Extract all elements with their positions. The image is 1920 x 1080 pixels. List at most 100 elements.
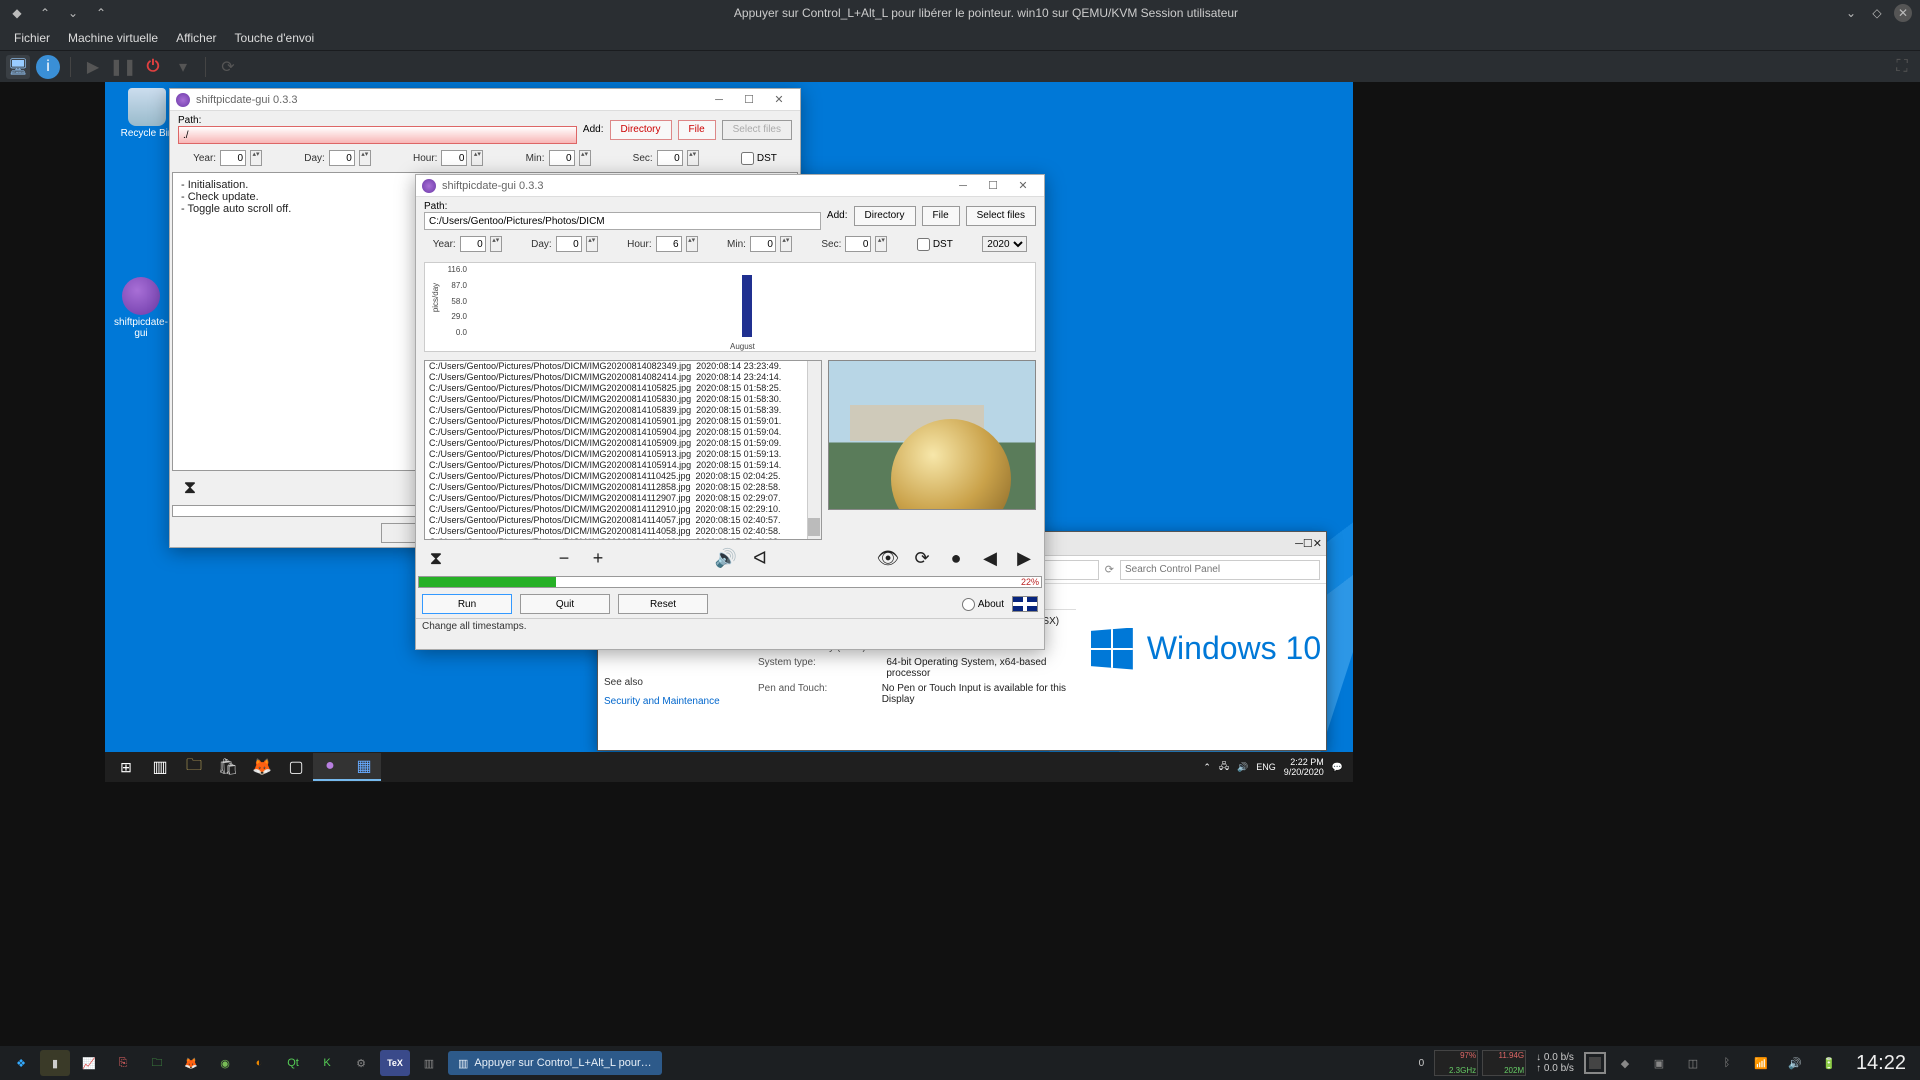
- guest-desktop[interactable]: Recycle Bin shiftpicdate-gui ─ ☐ ✕ ← → ↑…: [105, 82, 1353, 782]
- path-input[interactable]: [178, 126, 577, 144]
- desktop-count[interactable]: 0: [1413, 1058, 1431, 1069]
- year-input[interactable]: [220, 150, 246, 166]
- tray-volume-icon[interactable]: 🔊: [1780, 1050, 1810, 1076]
- tray-battery-icon[interactable]: 🔋: [1814, 1050, 1844, 1076]
- nav-refresh-icon[interactable]: ⟳: [1105, 563, 1114, 576]
- refresh-icon[interactable]: ⟳: [910, 546, 934, 570]
- spinner-icon[interactable]: ▴▾: [359, 150, 371, 166]
- tray-clipboard-icon[interactable]: ◫: [1678, 1050, 1708, 1076]
- host-taskbar[interactable]: ❖ ▮ 📈 ⎘ 🗀 🦊 ◉ ◐ Qt K ⚙ TeX ▥ ▥ Appuyer s…: [0, 1046, 1920, 1080]
- spinner-icon[interactable]: ▴▾: [687, 150, 699, 166]
- file-list[interactable]: C:/Users/Gentoo/Pictures/Photos/DICM/IMG…: [424, 360, 822, 540]
- directory-button[interactable]: Directory: [610, 120, 672, 140]
- menu-machine[interactable]: Machine virtuelle: [60, 29, 166, 47]
- year-combo[interactable]: 2020: [982, 236, 1027, 252]
- path-input[interactable]: [424, 212, 821, 230]
- monitor-icon[interactable]: 🖥: [6, 55, 30, 79]
- sys-close-icon[interactable]: ✕: [1313, 537, 1322, 550]
- file-list-line[interactable]: C:/Users/Gentoo/Pictures/Photos/DICM/IMG…: [425, 372, 821, 383]
- menu-sendkey[interactable]: Touche d'envoi: [227, 29, 323, 47]
- cpu-widget[interactable]: 97%2.3GHz: [1434, 1050, 1478, 1076]
- sec-input[interactable]: [845, 236, 871, 252]
- win2-titlebar[interactable]: shiftpicdate-gui 0.3.3 ─ ☐ ✕: [416, 175, 1044, 197]
- hour-input[interactable]: [656, 236, 682, 252]
- vm-close-icon[interactable]: ✕: [1894, 4, 1912, 22]
- file-list-line[interactable]: C:/Users/Gentoo/Pictures/Photos/DICM/IMG…: [425, 460, 821, 471]
- taskview-icon[interactable]: ▥: [143, 753, 177, 781]
- drop-down-icon[interactable]: ⌄: [64, 4, 82, 22]
- day-input[interactable]: [329, 150, 355, 166]
- tray-wifi-icon[interactable]: 📶: [1746, 1050, 1776, 1076]
- day-input[interactable]: [556, 236, 582, 252]
- run-button[interactable]: Run: [422, 594, 512, 614]
- system-tray[interactable]: ⌃ 🖧 🔊 ENG 2:22 PM 9/20/2020 💬: [1203, 757, 1349, 777]
- file-list-line[interactable]: C:/Users/Gentoo/Pictures/Photos/DICM/IMG…: [425, 493, 821, 504]
- file-list-line[interactable]: C:/Users/Gentoo/Pictures/Photos/DICM/IMG…: [425, 526, 821, 537]
- menu-view[interactable]: Afficher: [168, 29, 224, 47]
- spinner-icon[interactable]: ▴▾: [490, 236, 502, 252]
- scrollbar-thumb[interactable]: [808, 518, 820, 536]
- stop-icon[interactable]: ●: [944, 546, 968, 570]
- net-widget[interactable]: ↓ 0.0 b/s ↑ 0.0 b/s: [1530, 1052, 1580, 1074]
- double-up-icon[interactable]: ⌃: [92, 4, 110, 22]
- win1-close-icon[interactable]: ✕: [764, 90, 794, 110]
- file-list-line[interactable]: C:/Users/Gentoo/Pictures/Photos/DICM/IMG…: [425, 427, 821, 438]
- host-graph-icon[interactable]: 📈: [74, 1050, 104, 1076]
- spinner-icon[interactable]: ▴▾: [471, 150, 483, 166]
- scroll-bottom-icon[interactable]: ⧗: [424, 546, 448, 570]
- notepad-icon[interactable]: ▢: [279, 753, 313, 781]
- file-button[interactable]: File: [922, 206, 960, 226]
- tray-volume-icon[interactable]: 🔊: [1237, 762, 1248, 773]
- speaker-icon[interactable]: 🔊: [714, 546, 738, 570]
- file-list-line[interactable]: C:/Users/Gentoo/Pictures/Photos/DICM/IMG…: [425, 383, 821, 394]
- about-radio[interactable]: About: [962, 598, 1004, 611]
- host-firefox-icon[interactable]: 🦊: [176, 1050, 206, 1076]
- file-list-line[interactable]: C:/Users/Gentoo/Pictures/Photos/DICM/IMG…: [425, 515, 821, 526]
- desktop-icon-shiftpicdate[interactable]: shiftpicdate-gui: [111, 277, 171, 339]
- tray-chevron-icon[interactable]: ⌃: [1203, 762, 1211, 773]
- host-gear-icon[interactable]: ⚙: [346, 1050, 376, 1076]
- host-tex-icon[interactable]: TeX: [380, 1050, 410, 1076]
- win2-maximize-icon[interactable]: ☐: [978, 176, 1008, 196]
- tray-notifications-icon[interactable]: 💬: [1332, 762, 1343, 773]
- scroll-icon[interactable]: ⧗: [178, 475, 202, 499]
- file-list-line[interactable]: C:/Users/Gentoo/Pictures/Photos/DICM/IMG…: [425, 482, 821, 493]
- tray-clock[interactable]: 2:22 PM 9/20/2020: [1284, 757, 1324, 777]
- file-list-line[interactable]: C:/Users/Gentoo/Pictures/Photos/DICM/IMG…: [425, 504, 821, 515]
- file-list-line[interactable]: C:/Users/Gentoo/Pictures/Photos/DICM/IMG…: [425, 537, 821, 540]
- tray-network-icon[interactable]: 🖧: [1219, 759, 1229, 775]
- file-button[interactable]: File: [678, 120, 716, 140]
- tray-app2-icon[interactable]: ▣: [1644, 1050, 1674, 1076]
- spinner-icon[interactable]: ▴▾: [250, 150, 262, 166]
- win1-titlebar[interactable]: shiftpicdate-gui 0.3.3 ─ ☐ ✕: [170, 89, 800, 111]
- taskbar-app-settings[interactable]: ▦: [347, 753, 381, 781]
- host-kate-icon[interactable]: K: [312, 1050, 342, 1076]
- spinner-icon[interactable]: ▴▾: [875, 236, 887, 252]
- dropdown-icon[interactable]: ▾: [171, 55, 195, 79]
- file-list-line[interactable]: C:/Users/Gentoo/Pictures/Photos/DICM/IMG…: [425, 438, 821, 449]
- min-input[interactable]: [549, 150, 575, 166]
- host-tor-icon[interactable]: ◉: [210, 1050, 240, 1076]
- spinner-icon[interactable]: ▴▾: [780, 236, 792, 252]
- win1-maximize-icon[interactable]: ☐: [734, 90, 764, 110]
- windows-taskbar[interactable]: ⊞ ▥ 🗀 🛍 🦊 ▢ ● ▦ ⌃ 🖧 🔊 ENG 2:22 PM 9/20/2…: [105, 752, 1353, 782]
- prev-icon[interactable]: ◀: [978, 546, 1002, 570]
- tray-lang[interactable]: ENG: [1256, 762, 1276, 772]
- win2-close-icon[interactable]: ✕: [1008, 176, 1038, 196]
- start-button[interactable]: ⊞: [109, 753, 143, 781]
- file-list-line[interactable]: C:/Users/Gentoo/Pictures/Photos/DICM/IMG…: [425, 471, 821, 482]
- host-task-vm[interactable]: ▥ Appuyer sur Control_L+Alt_L pour…: [448, 1051, 662, 1075]
- spinner-icon[interactable]: ▴▾: [686, 236, 698, 252]
- min-input[interactable]: [750, 236, 776, 252]
- flag-uk-icon[interactable]: [1012, 596, 1038, 612]
- directory-button[interactable]: Directory: [854, 206, 916, 226]
- search-input[interactable]: [1120, 560, 1320, 580]
- host-app-icon[interactable]: ◐: [244, 1050, 274, 1076]
- taskbar-app-shiftpicdate[interactable]: ●: [313, 753, 347, 781]
- menu-file[interactable]: Fichier: [6, 29, 58, 47]
- scrollbar[interactable]: [807, 361, 821, 539]
- file-list-line[interactable]: C:/Users/Gentoo/Pictures/Photos/DICM/IMG…: [425, 361, 821, 372]
- host-files-icon[interactable]: 🗀: [142, 1050, 172, 1076]
- spinner-icon[interactable]: ▴▾: [586, 236, 598, 252]
- plus-icon[interactable]: +: [586, 546, 610, 570]
